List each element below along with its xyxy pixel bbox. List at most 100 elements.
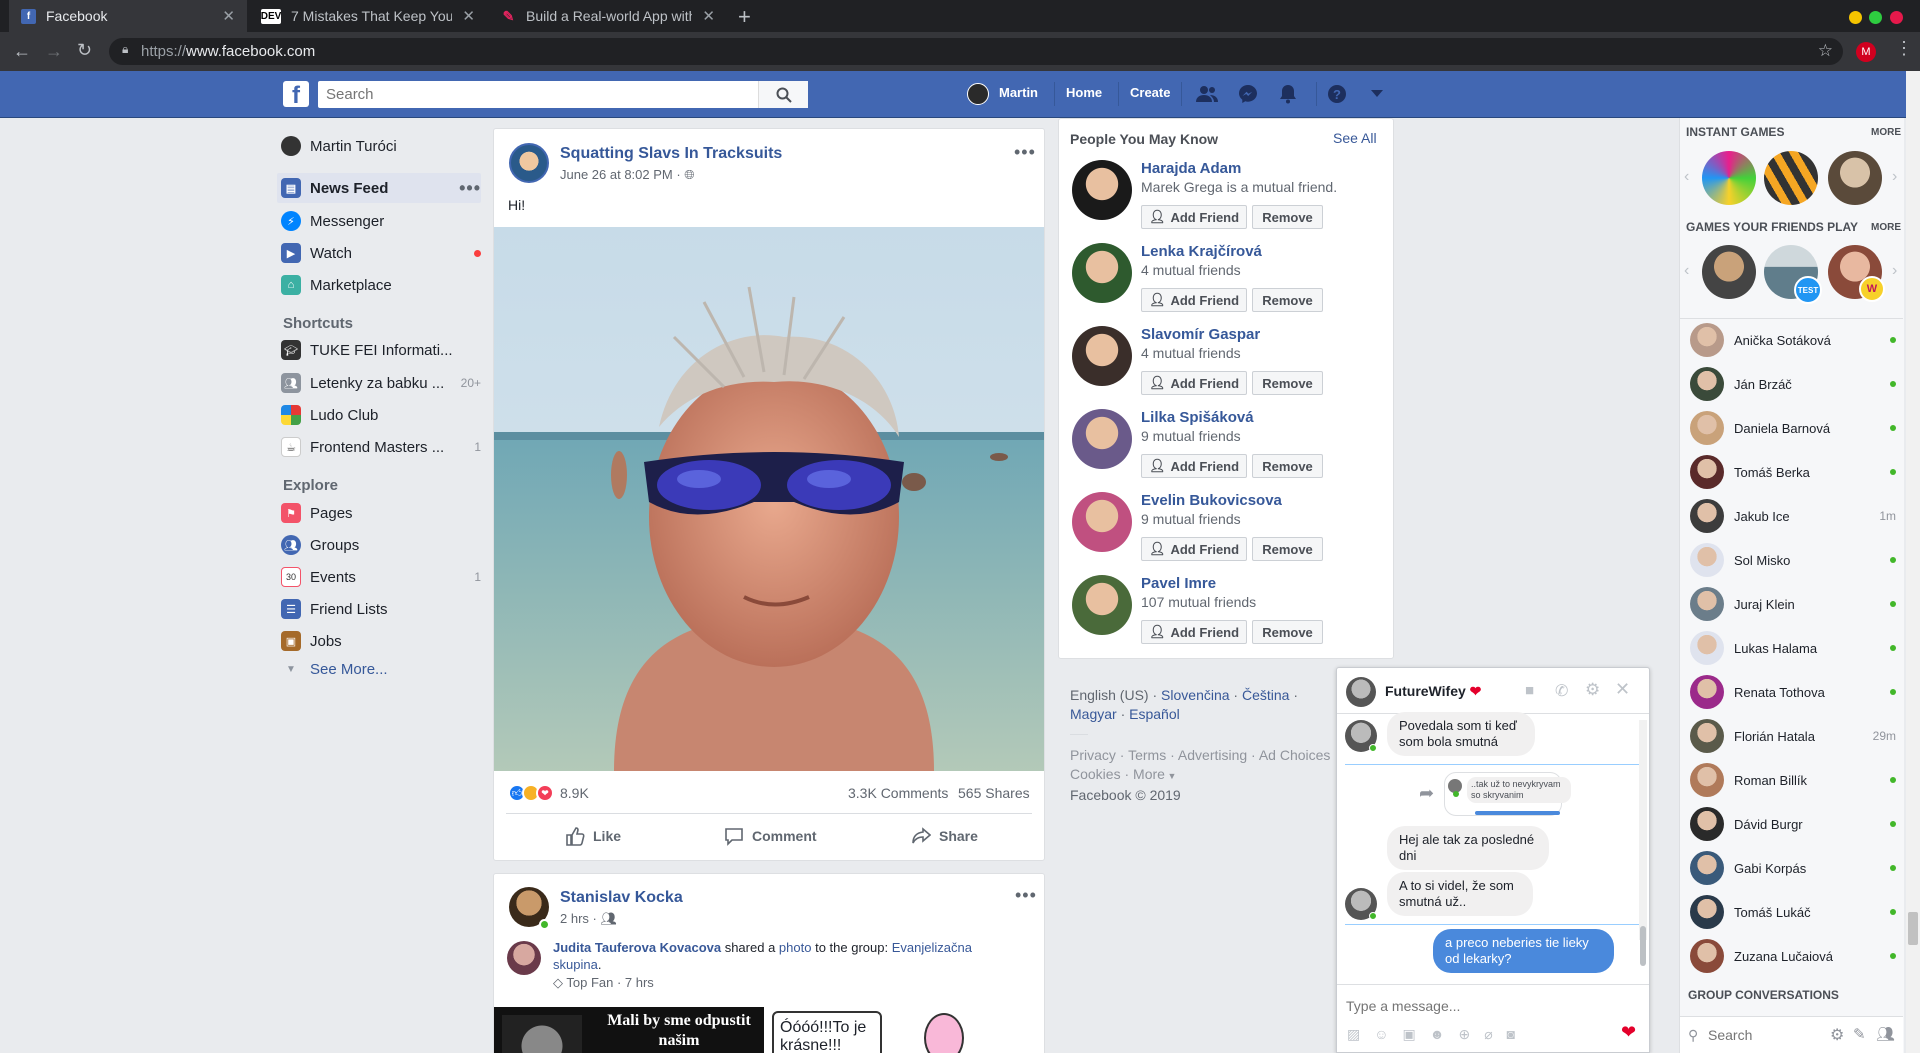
cookies-link[interactable]: Cookies — [1070, 766, 1121, 782]
person-avatar[interactable] — [1072, 326, 1132, 386]
chat-avatar[interactable] — [1346, 677, 1376, 707]
ad-choices-link[interactable]: Ad Choices — [1259, 747, 1331, 763]
add-friend-button[interactable]: 👤︎ Add Friend — [1141, 288, 1247, 312]
profile-link[interactable]: Martin Turóci — [281, 133, 481, 159]
more-link[interactable]: More — [1133, 766, 1165, 782]
comments-count[interactable]: 3.3K Comments — [848, 785, 948, 801]
sticker-icon[interactable]: ☺︎ — [1374, 1026, 1388, 1043]
chat-scrollbar-track[interactable] — [1639, 720, 1647, 940]
shortcut-item[interactable]: ☕︎ Frontend Masters ... 1 — [281, 434, 481, 460]
advertising-link[interactable]: Advertising — [1178, 747, 1247, 763]
terms-link[interactable]: Terms — [1128, 747, 1166, 763]
language-link[interactable]: Slovenčina — [1161, 687, 1230, 703]
profile-avatar[interactable]: M — [1856, 42, 1876, 62]
browser-tab-build-app[interactable]: ✎ Build a Real-world App with ✕ — [489, 0, 727, 32]
photo-icon[interactable]: ▨ — [1347, 1026, 1360, 1043]
gif-icon[interactable]: ▣ — [1403, 1026, 1416, 1043]
post-author[interactable]: Squatting Slavs In Tracksuits — [560, 145, 782, 163]
remove-button[interactable]: Remove — [1252, 537, 1323, 561]
sidebar-item-marketplace[interactable]: ⌂ Marketplace — [281, 272, 481, 298]
person-avatar[interactable] — [1072, 492, 1132, 552]
browser-menu-icon[interactable]: ⋮ — [1895, 38, 1913, 59]
messenger-icon[interactable] — [1237, 83, 1259, 105]
add-friend-button[interactable]: 👤︎ Add Friend — [1141, 537, 1247, 561]
attachment-icon[interactable]: ⌀ — [1484, 1026, 1492, 1043]
chat-settings-gear-icon[interactable]: ⚙︎ — [1585, 680, 1600, 700]
remove-button[interactable]: Remove — [1252, 620, 1323, 644]
settings-gear-icon[interactable]: ⚙︎ — [1830, 1025, 1844, 1045]
create-link[interactable]: Create — [1130, 85, 1170, 100]
contact-item[interactable]: Ján Brzáč — [1690, 366, 1896, 402]
chevron-left-icon[interactable]: ‹ — [1684, 262, 1689, 280]
camera-icon[interactable]: ◙ — [1507, 1026, 1515, 1043]
friend-requests-icon[interactable] — [1196, 83, 1218, 105]
remove-button[interactable]: Remove — [1252, 288, 1323, 312]
add-friend-button[interactable]: 👤︎ Add Friend — [1141, 454, 1247, 478]
reactions-summary[interactable]: 👍︎ ❤ 8.9K — [508, 784, 589, 802]
group-chat-icon[interactable]: 👥︎ — [1876, 1025, 1895, 1043]
shortcut-item[interactable]: Ludo Club — [281, 402, 481, 428]
close-window-button[interactable] — [1890, 11, 1903, 24]
contact-item[interactable]: Jakub Ice 1m — [1690, 498, 1896, 534]
minimize-window-button[interactable] — [1849, 11, 1862, 24]
contact-item[interactable]: Zuzana Lučaiová — [1690, 938, 1896, 974]
see-all-link[interactable]: See All — [1333, 130, 1377, 146]
sidebar-item-events[interactable]: 30 Events 1 — [281, 564, 481, 590]
meme-image[interactable]: Mali by sme odpustit našim Óóóó!!!To je … — [494, 1007, 1044, 1053]
help-icon[interactable]: ? — [1326, 83, 1348, 105]
user-avatar[interactable] — [967, 83, 989, 105]
forward-icon[interactable]: → — [45, 41, 63, 62]
language-link[interactable]: Čeština — [1242, 687, 1289, 703]
game-thumbnail[interactable] — [1828, 151, 1882, 205]
video-call-icon[interactable]: ■ — [1525, 682, 1534, 699]
chat-scrollbar-thumb[interactable] — [1640, 926, 1646, 966]
contact-item[interactable]: Lukas Halama — [1690, 630, 1896, 666]
add-friend-button[interactable]: 👤︎ Add Friend — [1141, 205, 1247, 229]
person-avatar[interactable] — [1072, 160, 1132, 220]
heart-send-icon[interactable]: ❤ — [1621, 1022, 1636, 1043]
contact-item[interactable]: Gabi Korpás — [1690, 850, 1896, 886]
remove-button[interactable]: Remove — [1252, 454, 1323, 478]
close-tab-icon[interactable]: ✕ — [222, 7, 235, 25]
contact-item[interactable]: Roman Billík — [1690, 762, 1896, 798]
profile-link[interactable]: Martin — [999, 85, 1038, 100]
browser-tab-facebook[interactable]: f Facebook ✕ — [9, 0, 247, 32]
shortcut-item[interactable]: 🎓︎ TUKE FEI Informati... — [281, 337, 481, 363]
person-avatar[interactable] — [1072, 243, 1132, 303]
person-name[interactable]: Evelin Bukovicsova — [1141, 492, 1282, 509]
scrollbar-track[interactable] — [1906, 71, 1920, 1053]
post-options-icon[interactable]: ••• — [1015, 885, 1037, 906]
language-link[interactable]: Magyar — [1070, 706, 1117, 722]
chevron-left-icon[interactable]: ‹ — [1684, 168, 1689, 186]
sharer-name[interactable]: Judita Tauferova Kovacova — [553, 940, 721, 955]
home-link[interactable]: Home — [1066, 85, 1102, 100]
contact-item[interactable]: Juraj Klein — [1690, 586, 1896, 622]
contact-item[interactable]: Sol Misko — [1690, 542, 1896, 578]
contact-item[interactable]: Tomáš Berka — [1690, 454, 1896, 490]
person-avatar[interactable] — [1072, 575, 1132, 635]
contact-item[interactable]: Tomáš Lukáč — [1690, 894, 1896, 930]
more-games-link[interactable]: MORE — [1871, 127, 1901, 138]
reload-icon[interactable]: ↻ — [77, 40, 92, 61]
back-icon[interactable]: ← — [13, 41, 31, 62]
game-icon[interactable]: ⊕ — [1459, 1026, 1471, 1043]
game-thumbnail[interactable] — [1764, 151, 1818, 205]
sidebar-item-news-feed[interactable]: ▤ News Feed ••• — [281, 175, 481, 201]
privacy-link[interactable]: Privacy — [1070, 747, 1116, 763]
message-input[interactable] — [1346, 994, 1626, 1018]
sidebar-item-pages[interactable]: ⚑ Pages — [281, 500, 481, 526]
post-options-icon[interactable]: ••• — [1014, 142, 1036, 163]
person-avatar[interactable] — [1072, 409, 1132, 469]
contact-item[interactable]: Dávid Burgr — [1690, 806, 1896, 842]
chevron-right-icon[interactable]: › — [1892, 168, 1897, 186]
sidebar-item-friend-lists[interactable]: ☰ Friend Lists — [281, 596, 481, 622]
notifications-bell-icon[interactable] — [1277, 83, 1299, 105]
sidebar-item-messenger[interactable]: ⚡︎ Messenger — [281, 208, 481, 234]
scrollbar-thumb[interactable] — [1908, 912, 1918, 945]
chat-header[interactable] — [1337, 668, 1649, 714]
more-friends-games-link[interactable]: MORE — [1871, 222, 1901, 233]
chat-search-input[interactable] — [1708, 1023, 1808, 1047]
add-friend-button[interactable]: 👤︎ Add Friend — [1141, 371, 1247, 395]
address-bar[interactable]: 🔒︎ https://www.facebook.com ☆ — [109, 38, 1843, 65]
friend-game-avatar[interactable] — [1702, 245, 1756, 299]
